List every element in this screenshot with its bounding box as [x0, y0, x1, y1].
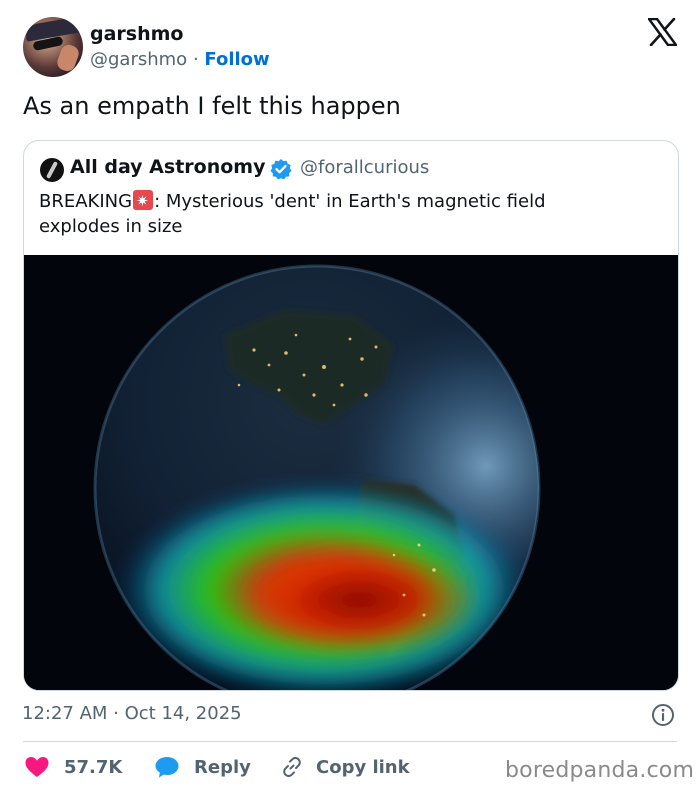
quoted-author-avatar[interactable] [40, 158, 64, 182]
breaking-label: BREAKING [39, 191, 133, 212]
copy-link-button[interactable]: Copy link [280, 754, 410, 780]
author-avatar[interactable] [23, 17, 83, 77]
handle-separator: · [192, 49, 199, 70]
author-handle[interactable]: @garshmo [90, 49, 187, 70]
follow-button[interactable]: Follow [204, 49, 269, 70]
footer-divider [23, 741, 677, 742]
x-logo-icon[interactable] [648, 18, 677, 46]
quoted-tweet-text: BREAKING : Mysterious 'dent' in Earth's m… [39, 189, 659, 239]
quoted-author-handle[interactable]: @forallcurious [300, 157, 429, 178]
tweet-card: garshmo @garshmo · Follow As an empath I… [0, 0, 700, 793]
reply-label: Reply [194, 756, 251, 778]
quoted-author-name[interactable]: All day Astronomy [70, 156, 265, 178]
quoted-text-line-2: explodes in size [39, 216, 183, 237]
boredpanda-watermark: boredpanda.com [505, 758, 695, 783]
like-count: 57.7K [64, 756, 123, 778]
quoted-tweet[interactable]: All day Astronomy @forallcurious BREAKIN… [23, 140, 679, 691]
heart-icon [25, 757, 49, 777]
avatar-hand [55, 42, 81, 74]
speech-bubble-icon [155, 757, 179, 778]
quoted-text-line-1-rest: : Mysterious 'dent' in Earth's magnetic … [154, 191, 546, 212]
tweet-text: As an empath I felt this happen [23, 92, 401, 120]
info-icon[interactable] [651, 703, 675, 727]
like-button[interactable]: 57.7K [24, 754, 122, 780]
author-handle-line: @garshmo · Follow [90, 49, 270, 70]
author-display-name[interactable]: garshmo [90, 23, 183, 45]
link-icon [283, 757, 301, 777]
tweet-timestamp[interactable]: 12:27 AM · Oct 14, 2025 [22, 703, 242, 724]
verified-badge-icon [270, 159, 292, 180]
quoted-text-line-1: BREAKING : Mysterious 'dent' in Earth's m… [39, 189, 659, 214]
earth-magnetic-anomaly-image[interactable] [24, 255, 678, 690]
copy-link-label: Copy link [316, 756, 410, 778]
reply-button[interactable]: Reply [154, 754, 251, 780]
siren-emoji-icon [133, 189, 154, 214]
